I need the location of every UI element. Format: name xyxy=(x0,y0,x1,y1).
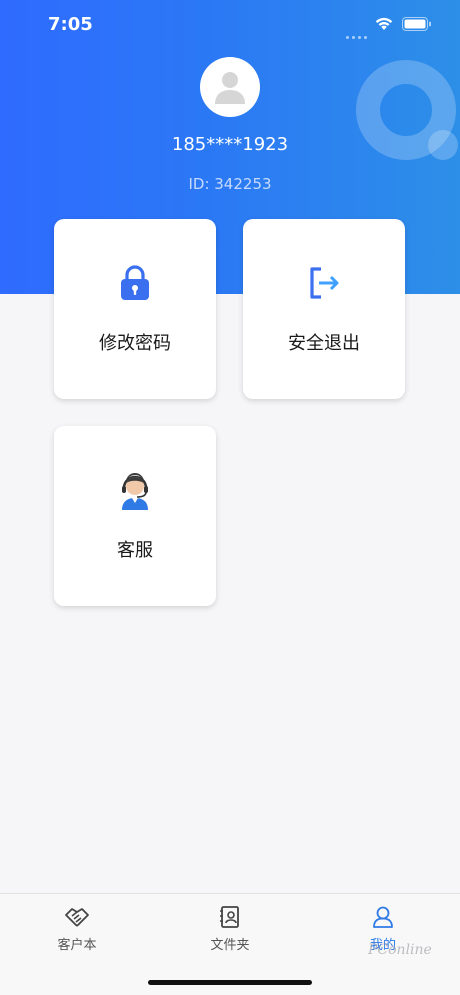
battery-icon xyxy=(402,17,431,31)
handshake-icon xyxy=(17,904,137,930)
contact-book-icon xyxy=(170,904,290,930)
tab-customer-book-label: 客户本 xyxy=(57,938,97,953)
tab-folder-label: 文件夹 xyxy=(210,938,250,953)
status-time: 7:05 xyxy=(48,14,93,35)
profile-screen: 7:05 185****1923 ID: 342253 修改密码 安全退出 客服… xyxy=(0,0,460,995)
logout-label: 安全退出 xyxy=(288,333,360,354)
tab-folder[interactable]: 文件夹 xyxy=(170,904,290,960)
customer-service-label: 客服 xyxy=(117,540,153,561)
watermark: PConline xyxy=(368,942,432,958)
wifi-icon xyxy=(375,17,393,30)
logout-icon xyxy=(243,263,405,303)
change-password-card[interactable]: 修改密码 xyxy=(54,219,216,399)
user-id: ID: 342253 xyxy=(188,175,272,193)
lock-icon xyxy=(54,263,216,303)
home-indicator xyxy=(148,980,312,985)
change-password-label: 修改密码 xyxy=(99,333,171,354)
tab-customer-book[interactable]: 客户本 xyxy=(17,904,137,960)
person-icon xyxy=(323,904,443,930)
customer-service-card[interactable]: 客服 xyxy=(54,426,216,606)
default-avatar-icon xyxy=(215,72,245,104)
customer-service-icon xyxy=(54,470,216,510)
cellular-signal-icon xyxy=(346,24,370,43)
logout-card[interactable]: 安全退出 xyxy=(243,219,405,399)
avatar[interactable] xyxy=(200,57,260,117)
phone-number: 185****1923 xyxy=(171,134,289,155)
